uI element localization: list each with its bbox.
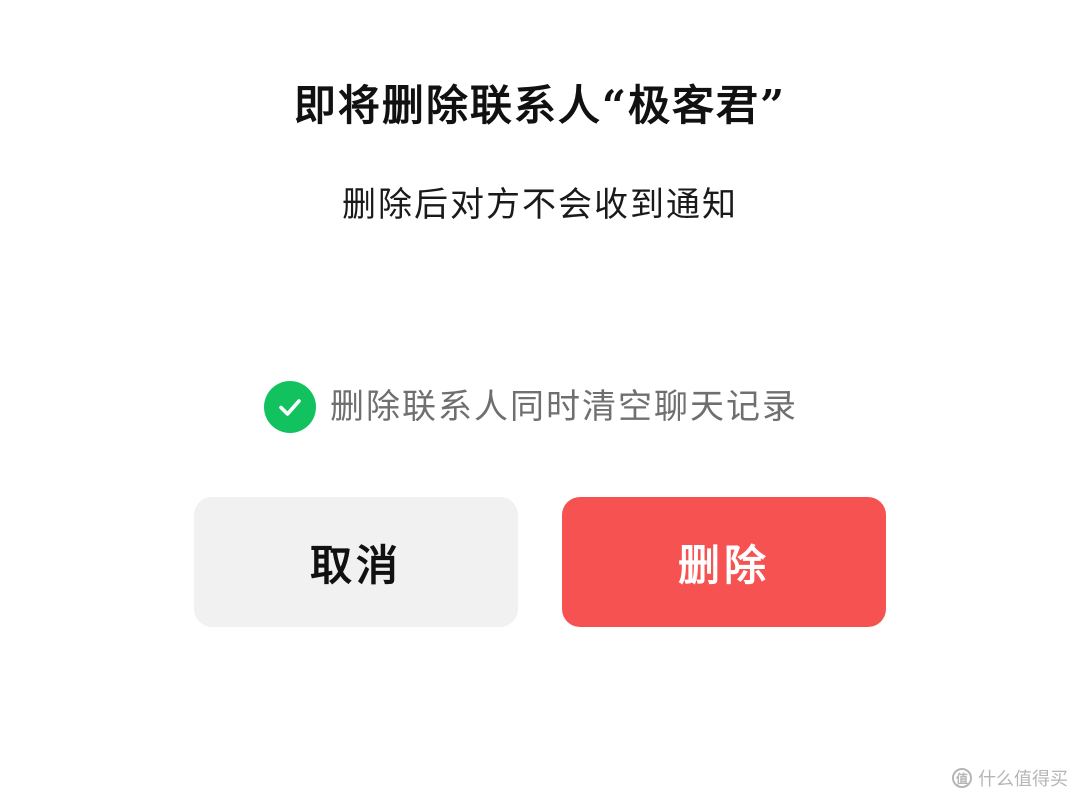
dialog-subtitle: 删除后对方不会收到通知 — [342, 185, 738, 225]
check-circle-icon[interactable] — [264, 381, 316, 433]
delete-contact-dialog: 即将删除联系人“极客君” 删除后对方不会收到通知 删除联系人同时清空聊天记录 取… — [0, 0, 1080, 799]
zhi-icon: 值 — [952, 768, 972, 788]
dialog-title: 即将删除联系人“极客君” — [293, 81, 787, 130]
delete-button[interactable]: 删除 — [562, 497, 886, 627]
watermark: 值 什么值得买 — [952, 765, 1068, 791]
clear-chat-history-option[interactable]: 删除联系人同时清空聊天记录 — [264, 381, 798, 433]
watermark-text: 什么值得买 — [978, 769, 1068, 790]
clear-chat-history-label[interactable]: 删除联系人同时清空聊天记录 — [330, 385, 798, 429]
cancel-button[interactable]: 取消 — [194, 497, 518, 627]
